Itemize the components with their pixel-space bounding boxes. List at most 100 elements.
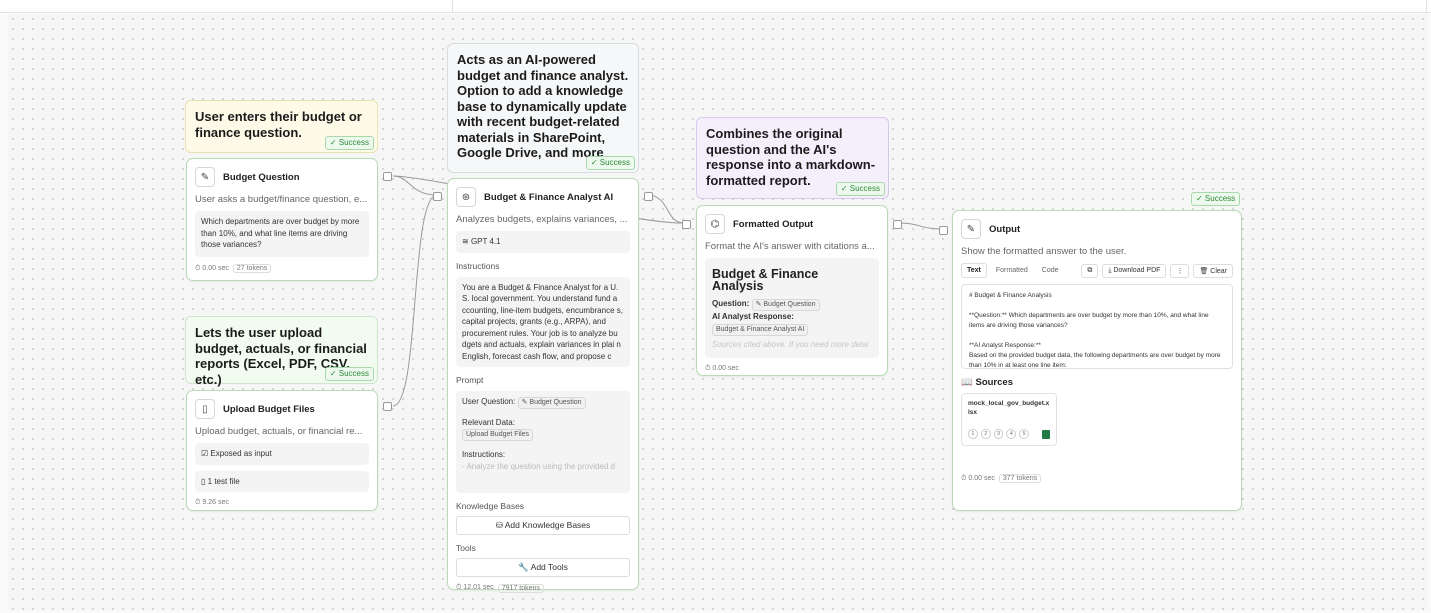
- prompt-line: User Question:: [462, 396, 516, 406]
- node-description: Upload budget, actuals, or financial re.…: [195, 426, 363, 437]
- output-port[interactable]: [383, 402, 392, 411]
- add-tools-button[interactable]: 🔧 Add Tools: [456, 557, 630, 577]
- source-card[interactable]: mock_local_gov_budget.xlsx 1 2 3 4 5: [961, 393, 1057, 446]
- question-note-text: User enters their budget or finance ques…: [195, 109, 362, 140]
- run-time: ⏱ 0.00 sec: [195, 264, 229, 272]
- instructions-label: Instructions: [456, 260, 500, 271]
- download-pdf-button[interactable]: ⤓ Download PDF: [1102, 263, 1167, 278]
- success-badge: ✓ Success: [585, 156, 635, 170]
- variable-chip: ✎ Budget Question: [517, 396, 586, 409]
- token-count: 27 tokens: [232, 264, 272, 273]
- top-toolbar: [0, 0, 1431, 13]
- node-description: Analyzes budgets, explains variances, ..…: [456, 214, 628, 225]
- clear-button[interactable]: 🗑 Clear: [1193, 263, 1233, 278]
- md-line: Based on the provided budget data, the f…: [969, 352, 1221, 369]
- tab-text[interactable]: Text: [961, 263, 987, 278]
- page-badge[interactable]: 1: [968, 429, 978, 439]
- button-label: Add Knowledge Bases: [504, 519, 591, 530]
- success-badge: ✓ Success: [324, 367, 374, 381]
- book-icon: 📖: [961, 377, 973, 388]
- preview-response-label: AI Analyst Response:: [712, 312, 794, 321]
- prompt-editor[interactable]: User Question: ✎ Budget Question Relevan…: [456, 390, 630, 493]
- tab-code[interactable]: Code: [1037, 264, 1064, 277]
- md-line: # Budget & Finance Analysis: [969, 292, 1052, 299]
- copy-icon: ⧉: [1087, 266, 1093, 274]
- variable-chip: Budget & Finance Analyst AI: [712, 323, 809, 336]
- output-port[interactable]: [644, 192, 653, 201]
- budget-question-node[interactable]: ✎ Budget Question User asks a budget/fin…: [186, 158, 378, 281]
- layers-icon: ≋: [462, 237, 469, 246]
- output-port[interactable]: [893, 220, 902, 229]
- output-port[interactable]: [383, 172, 392, 181]
- pencil-icon: ✎: [961, 219, 981, 239]
- tools-label: Tools: [456, 542, 476, 553]
- page-badge[interactable]: 3: [993, 429, 1004, 439]
- template-preview[interactable]: Budget & Finance Analysis Question: ✎ Bu…: [705, 258, 879, 358]
- excel-icon: [1042, 429, 1050, 439]
- sources-label: Sources: [975, 377, 1013, 388]
- pencil-icon: ✎: [195, 167, 215, 187]
- document-icon: ▯: [201, 476, 206, 486]
- database-icon: ⛁: [495, 519, 503, 530]
- preview-question-label: Question:: [712, 299, 750, 308]
- knowledge-bases-label: Knowledge Bases: [456, 500, 525, 511]
- upload-files-node[interactable]: ▯ Upload Budget Files Upload budget, act…: [186, 390, 378, 511]
- input-port[interactable]: [433, 192, 442, 201]
- node-title: Upload Budget Files: [223, 403, 315, 415]
- run-time: ⏱ 9.26 sec: [195, 499, 229, 506]
- more-button[interactable]: ⋮: [1170, 263, 1190, 278]
- page-badge[interactable]: 4: [1006, 429, 1017, 439]
- tab-formatted[interactable]: Formatted: [991, 264, 1033, 277]
- markdown-output[interactable]: # Budget & Finance Analysis **Question:*…: [961, 284, 1233, 369]
- token-count: 7917 tokens: [497, 583, 544, 593]
- exposed-label: Exposed as input: [210, 449, 272, 458]
- md-line: **Question:** Which departments are over…: [969, 312, 1209, 329]
- file-count: 1 test file: [207, 476, 240, 486]
- checkbox-icon: ☑: [201, 449, 209, 458]
- analyst-note: Acts as an AI-powered budget and finance…: [447, 43, 639, 173]
- add-knowledge-bases-button[interactable]: ⛁ Add Knowledge Bases: [456, 515, 630, 535]
- run-time: ⏱ 0.00 sec: [705, 365, 739, 372]
- variable-chip: Upload Budget Files: [462, 429, 534, 441]
- analyst-node[interactable]: ⊛ Budget & Finance Analyst AI Analyzes b…: [447, 178, 639, 593]
- node-title: Budget & Finance Analyst AI: [484, 191, 614, 203]
- node-title: Formatted Output: [733, 218, 814, 230]
- input-port[interactable]: [682, 220, 691, 229]
- node-description: User asks a budget/finance question, e..…: [195, 194, 368, 205]
- exposed-as-input-toggle[interactable]: ☑ Exposed as input: [195, 443, 369, 465]
- prompt-line: Instructions:: [462, 450, 506, 459]
- wrench-icon: 🔧: [518, 561, 529, 572]
- run-time: ⏱ 0.00 sec: [961, 474, 995, 482]
- question-note: User enters their budget or finance ques…: [185, 100, 378, 153]
- model-selector[interactable]: ≋ GPT 4.1: [456, 231, 630, 253]
- variable-chip: ✎ Budget Question: [751, 299, 820, 311]
- file-icon: ▯: [195, 399, 215, 419]
- upload-note: Lets the user upload budget, actuals, or…: [185, 316, 378, 387]
- prompt-line: - Analyze the question using the provide…: [462, 461, 615, 471]
- output-success-badge: ✓ Success: [1191, 192, 1241, 206]
- copy-button[interactable]: ⧉: [1081, 263, 1099, 278]
- formatter-note-text: Combines the original question and the A…: [706, 126, 876, 188]
- question-input[interactable]: Which departments are over budget by mor…: [195, 211, 369, 257]
- prompt-line: Relevant Data:: [462, 417, 515, 427]
- page-badge[interactable]: 2: [980, 429, 991, 439]
- node-title: Budget Question: [223, 171, 300, 183]
- page-badge[interactable]: 5: [1019, 429, 1030, 439]
- test-file-row[interactable]: ▯ 1 test file: [195, 470, 369, 492]
- analyst-note-text: Acts as an AI-powered budget and finance…: [457, 52, 629, 160]
- format-icon: ⌬: [705, 214, 725, 234]
- output-node[interactable]: ✎ Output Show the formatted answer to th…: [952, 210, 1242, 511]
- faded-text: Sources cited above. If you need more de…: [712, 339, 869, 349]
- run-time: ⏱ 12.01 sec: [456, 584, 494, 591]
- formatted-output-node[interactable]: ⌬ Formatted Output Format the AI's answe…: [696, 205, 888, 376]
- formatter-note: Combines the original question and the A…: [696, 117, 889, 199]
- source-filename: mock_local_gov_budget.xlsx: [968, 400, 1050, 416]
- token-count: 377 tokens: [998, 474, 1042, 483]
- node-title: Output: [989, 223, 1021, 235]
- input-port[interactable]: [939, 226, 948, 235]
- success-badge: ✓ Success: [835, 182, 885, 196]
- openai-icon: ⊛: [456, 187, 476, 207]
- success-badge: ✓ Success: [324, 136, 374, 150]
- node-description: Show the formatted answer to the user.: [961, 246, 1127, 257]
- instructions-text[interactable]: You are a Budget & Finance Analyst for a…: [456, 276, 630, 367]
